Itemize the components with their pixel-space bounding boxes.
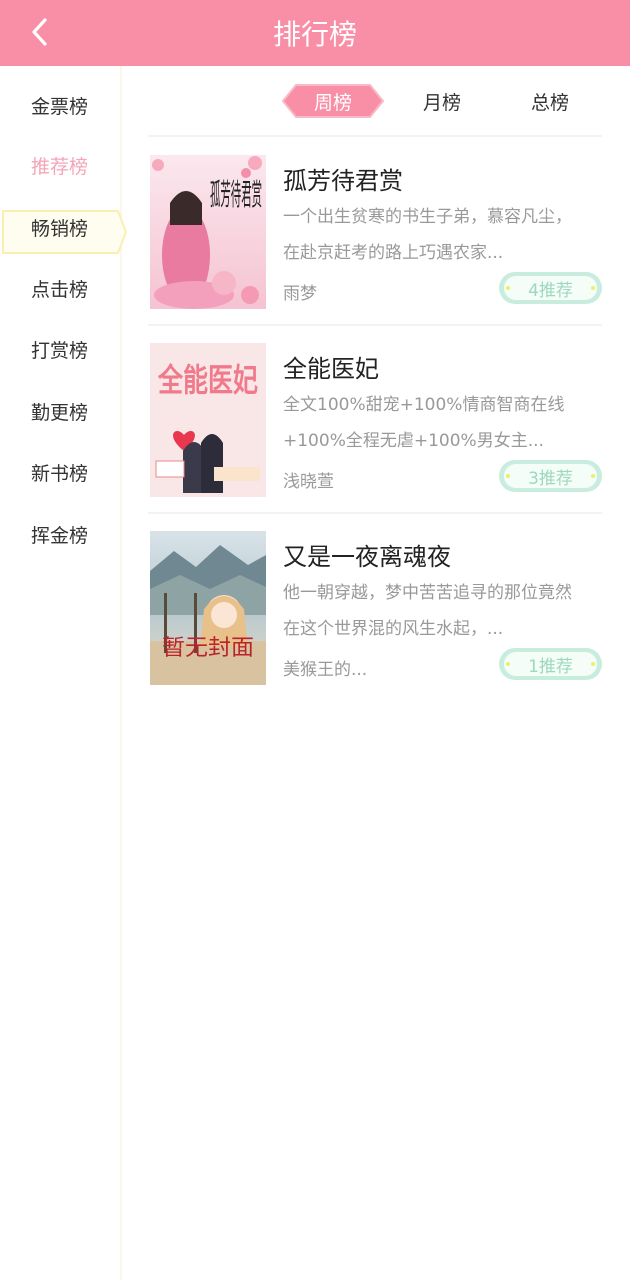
- sidebar-item-label: 勤更榜: [31, 401, 89, 424]
- book-item[interactable]: 全能医妃 全能医妃 全文100%甜宠+100%情商智商在线+100%全程无虐+1…: [148, 343, 602, 497]
- tab-label: 周榜: [313, 91, 352, 114]
- sidebar-item-label: 挥金榜: [31, 524, 89, 547]
- book-cover[interactable]: 孤芳待君赏: [150, 155, 266, 309]
- book-item[interactable]: 孤芳待君赏 孤芳待君赏 一个出生贫寒的书生子弟，慕容凡尘，在赴京赶考的路上巧遇农…: [148, 155, 602, 309]
- book-author: 浅晓萱: [283, 472, 334, 492]
- cover-title-text: 全能医妃: [157, 361, 258, 399]
- tab-total[interactable]: 总榜: [500, 84, 600, 118]
- divider: [148, 324, 602, 326]
- tab-weekly[interactable]: 周榜: [282, 84, 384, 118]
- recommend-count: 4推荐: [528, 280, 573, 301]
- recommend-count-badge: 1推荐: [499, 648, 602, 680]
- recommend-count: 1推荐: [528, 656, 573, 677]
- sidebar-item-label: 金票榜: [31, 95, 89, 118]
- book-description: 全文100%甜宠+100%情商智商在线+100%全程无虐+100%男女主...: [283, 395, 565, 451]
- period-tabs: 周榜 月榜 总榜: [122, 66, 630, 136]
- badge-dot: [591, 662, 595, 666]
- tab-label: 月榜: [422, 91, 461, 114]
- book-title[interactable]: 又是一夜离魂夜: [283, 537, 451, 572]
- sidebar-item-diligent[interactable]: 勤更榜: [0, 390, 120, 432]
- badge-dot: [506, 474, 510, 478]
- badge-dot: [506, 286, 510, 290]
- book-item[interactable]: 暂无封面 又是一夜离魂夜 他一朝穿越，梦中苦苦追寻的那位竟然在这个世界混的风生水…: [148, 531, 602, 685]
- cover-image-3: 暂无封面: [150, 531, 266, 685]
- divider: [148, 512, 602, 514]
- book-cover[interactable]: 暂无封面: [150, 531, 266, 685]
- book-description: 一个出生贫寒的书生子弟，慕容凡尘，在赴京赶考的路上巧遇农家...: [283, 207, 572, 263]
- book-description: 他一朝穿越，梦中苦苦追寻的那位竟然在这个世界混的风生水起，...: [283, 583, 572, 639]
- page-title: 排行榜: [272, 18, 357, 51]
- recommend-count: 3推荐: [528, 468, 573, 489]
- badge-dot: [591, 286, 595, 290]
- back-button[interactable]: [22, 14, 58, 50]
- tab-label: 总榜: [530, 91, 569, 114]
- divider: [148, 135, 602, 137]
- cover-title-text: 暂无封面: [162, 636, 254, 661]
- badge-dot: [591, 474, 595, 478]
- sidebar-item-clicks[interactable]: 点击榜: [0, 267, 120, 309]
- book-author: 美猴王的...: [283, 660, 368, 680]
- recommend-count-badge: 3推荐: [499, 460, 602, 492]
- cover-image-2: 全能医妃: [150, 343, 266, 497]
- sidebar-item-label: 点击榜: [31, 278, 89, 301]
- sidebar-item-spending[interactable]: 挥金榜: [0, 513, 120, 555]
- chevron-left-icon: [32, 18, 47, 46]
- ranking-sidebar: 金票榜 推荐榜 畅销榜 点击榜 打赏榜 勤更榜 新书榜 挥金榜: [0, 66, 127, 1280]
- sidebar-item-label: 新书榜: [31, 462, 89, 485]
- sidebar-item-tips[interactable]: 打赏榜: [0, 328, 120, 370]
- sidebar-item-label: 推荐榜: [31, 155, 89, 178]
- recommend-count-badge: 4推荐: [499, 272, 602, 304]
- sidebar-item-label: 畅销榜: [31, 217, 89, 240]
- sidebar-item-bestselling[interactable]: 畅销榜: [0, 206, 120, 248]
- sidebar-item-label: 打赏榜: [31, 339, 89, 362]
- book-cover[interactable]: 全能医妃: [150, 343, 266, 497]
- top-bar: 排行榜: [0, 0, 630, 66]
- book-title[interactable]: 孤芳待君赏: [283, 161, 403, 196]
- tab-monthly[interactable]: 月榜: [392, 84, 492, 118]
- sidebar-item-gold-ticket[interactable]: 金票榜: [0, 84, 120, 126]
- book-author: 雨梦: [283, 284, 317, 304]
- sidebar-item-recommend[interactable]: 推荐榜: [0, 144, 120, 186]
- cover-title-text: 孤芳待君赏: [210, 178, 262, 213]
- badge-dot: [506, 662, 510, 666]
- book-title[interactable]: 全能医妃: [283, 349, 379, 384]
- sidebar-item-new-books[interactable]: 新书榜: [0, 451, 120, 493]
- cover-image-1: 孤芳待君赏: [150, 155, 266, 309]
